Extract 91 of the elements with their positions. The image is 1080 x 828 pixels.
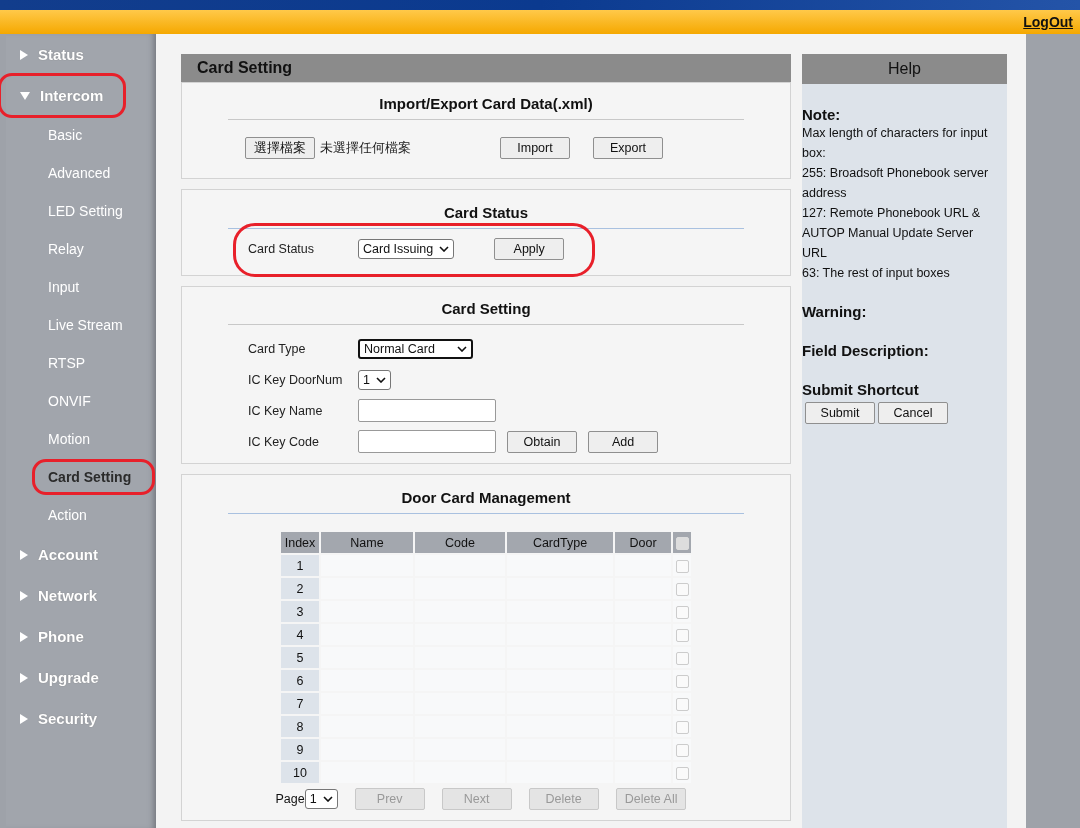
row-checkbox[interactable] <box>675 697 689 711</box>
nav-label: Network <box>38 587 98 604</box>
index-cell: 9 <box>281 739 319 760</box>
caret-icon <box>457 345 467 352</box>
action-button[interactable]: Import <box>500 137 570 159</box>
nav-subitem[interactable]: Basic <box>6 116 156 154</box>
page-title: Card Setting <box>181 54 791 82</box>
nav-subitem[interactable]: Input <box>6 268 156 306</box>
nav-subitem[interactable]: Advanced <box>6 154 156 192</box>
nav-item[interactable]: Intercom <box>6 75 156 116</box>
nav-subitem[interactable]: Card Setting <box>6 458 156 496</box>
nav-subitem[interactable]: Motion <box>6 420 156 458</box>
column-header: Door <box>615 532 671 553</box>
row-checkbox[interactable] <box>675 674 689 688</box>
row-checkbox[interactable] <box>675 605 689 619</box>
help-button[interactable]: Submit <box>805 402 875 424</box>
nav-item[interactable]: Status <box>6 34 156 75</box>
caret-icon <box>322 796 333 802</box>
dropdown[interactable]: 1 <box>358 369 391 390</box>
field-label: Card Type <box>248 341 307 356</box>
nav-item[interactable]: Upgrade <box>6 657 156 698</box>
text-input[interactable] <box>358 430 496 453</box>
action-button[interactable]: Add <box>588 430 658 453</box>
nav-label: Upgrade <box>38 669 99 686</box>
field-label: IC Key Code <box>248 434 320 449</box>
file-status: 未選擇任何檔案 <box>320 139 412 157</box>
field-label: IC Key DoorNum <box>248 372 344 387</box>
row-checkbox[interactable] <box>675 582 689 596</box>
text-input[interactable] <box>358 399 496 422</box>
nav-label: Account <box>38 546 98 563</box>
column-header: Code <box>415 532 505 553</box>
status-select[interactable]: Card Issuing <box>358 239 455 259</box>
index-cell: 8 <box>281 716 319 737</box>
nav-item[interactable]: Network <box>6 575 156 616</box>
apply-button[interactable]: Apply <box>494 238 565 260</box>
row-checkbox[interactable] <box>675 628 689 642</box>
help-button[interactable]: Cancel <box>878 402 948 424</box>
column-header: Index <box>281 532 319 553</box>
index-cell: 10 <box>281 762 319 783</box>
nav-label: Phone <box>38 628 84 645</box>
row-checkbox[interactable] <box>675 766 689 780</box>
index-cell: 5 <box>281 647 319 668</box>
index-cell: 2 <box>281 578 319 599</box>
nav-subitem[interactable]: Action <box>6 496 156 534</box>
help-text: 255: Broadsoft Phonebook server address <box>802 165 990 202</box>
nav-item[interactable]: Phone <box>6 616 156 657</box>
nav-label: Status <box>38 46 84 63</box>
nav-subitem[interactable]: ONVIF <box>6 382 156 420</box>
action-button[interactable]: Export <box>593 137 663 159</box>
row-checkbox[interactable] <box>675 743 689 757</box>
nav-subitem[interactable]: LED Setting <box>6 192 156 230</box>
help-text: 63: The rest of input boxes <box>802 265 951 282</box>
help-heading: Submit Shortcut <box>802 381 920 398</box>
help-title: Help <box>802 54 1007 84</box>
select-all-checkbox[interactable] <box>675 536 689 550</box>
nav-subitem[interactable]: RTSP <box>6 344 156 382</box>
dropdown[interactable]: Normal Card <box>358 338 473 359</box>
help-text: Max length of characters for input box: <box>802 125 989 162</box>
help-heading: Warning: <box>802 303 868 320</box>
page-label: Page <box>275 792 305 806</box>
nav-label: Security <box>38 710 98 727</box>
row-checkbox[interactable] <box>675 720 689 734</box>
choose-file-button[interactable]: 選擇檔案 <box>245 137 315 159</box>
row-checkbox[interactable] <box>675 651 689 665</box>
nav-item[interactable]: Security <box>6 698 156 739</box>
field-label: Card Status <box>248 242 315 256</box>
page-select[interactable]: 1 <box>304 789 338 809</box>
nav-item[interactable]: Account <box>6 534 156 575</box>
section-heading: Door Card Management <box>228 489 744 514</box>
row-checkbox[interactable] <box>675 559 689 573</box>
index-cell: 1 <box>281 555 319 576</box>
nav-label: Intercom <box>40 87 104 104</box>
index-cell: 7 <box>281 693 319 714</box>
index-cell: 6 <box>281 670 319 691</box>
nav-subitem[interactable]: Live Stream <box>6 306 156 344</box>
logout-link[interactable]: LogOut <box>1023 14 1073 30</box>
section-heading: Card Status <box>228 204 744 229</box>
action-button[interactable]: Obtain <box>507 430 577 453</box>
help-text: 127: Remote Phonebook URL & AUTOP Manual Update Server URL <box>802 205 982 262</box>
help-heading: Field Description: <box>802 342 930 359</box>
column-header: Name <box>321 532 413 553</box>
field-label: IC Key Name <box>248 403 324 418</box>
column-header: CardType <box>507 532 613 553</box>
nav-subitem[interactable]: Relay <box>6 230 156 268</box>
help-heading: Note: <box>802 106 842 123</box>
caret-icon <box>375 376 386 383</box>
index-cell: 3 <box>281 601 319 622</box>
index-cell: 4 <box>281 624 319 645</box>
caret-icon <box>439 246 450 252</box>
section-heading: Card Setting <box>228 300 744 325</box>
section-heading: Import/Export Card Data(.xml) <box>228 95 744 120</box>
